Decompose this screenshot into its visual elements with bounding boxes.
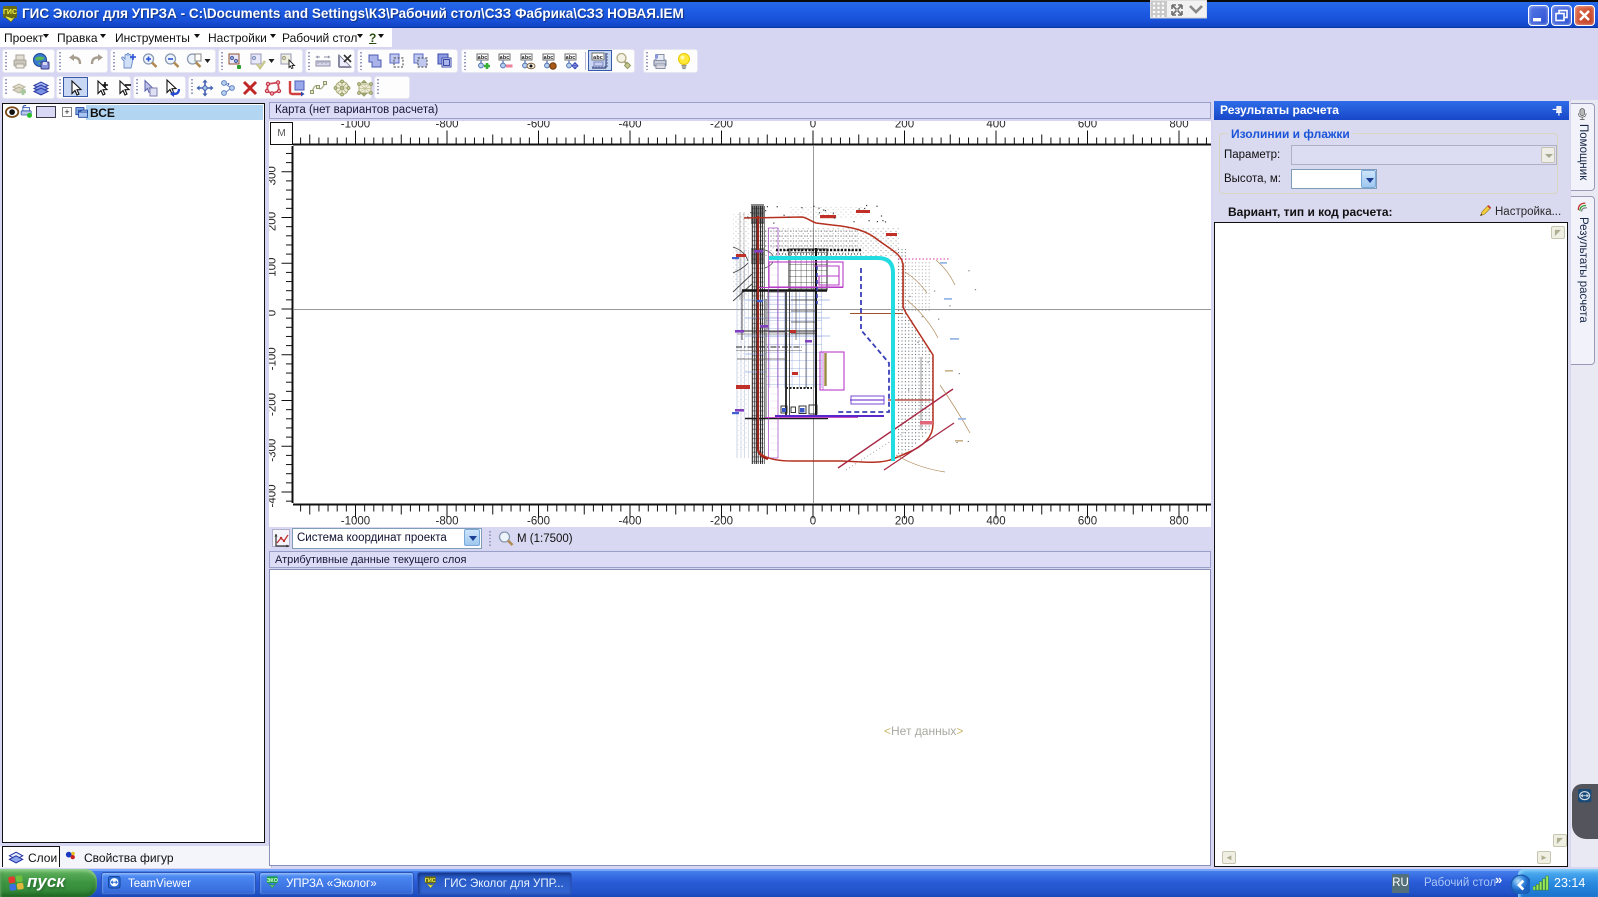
svg-text:-800: -800 — [435, 516, 458, 528]
svg-text:-300: -300 — [269, 439, 279, 462]
svg-text:-200: -200 — [710, 121, 733, 131]
svg-text:-400: -400 — [618, 516, 641, 528]
svg-text:600: 600 — [1078, 516, 1097, 528]
svg-text:400: 400 — [986, 121, 1005, 131]
svg-text:-400: -400 — [618, 121, 641, 131]
svg-text:-200: -200 — [710, 516, 733, 528]
svg-text:-1000: -1000 — [341, 516, 370, 528]
svg-text:400: 400 — [986, 516, 1005, 528]
svg-text:abc: abc — [500, 54, 510, 61]
svg-text:200: 200 — [269, 212, 279, 231]
svg-text:200: 200 — [895, 516, 914, 528]
svg-text:800: 800 — [1169, 516, 1188, 528]
svg-text:800: 800 — [1169, 121, 1188, 131]
svg-text:0: 0 — [810, 516, 816, 528]
svg-text:-800: -800 — [435, 121, 458, 131]
svg-text:ЭКО: ЭКО — [267, 878, 278, 884]
svg-text:-600: -600 — [527, 516, 550, 528]
svg-text:ГИС: ГИС — [425, 878, 436, 884]
svg-text:300: 300 — [269, 166, 279, 185]
svg-text:-100: -100 — [269, 347, 279, 370]
svg-text:0: 0 — [269, 310, 279, 316]
svg-text:600: 600 — [1078, 121, 1097, 131]
svg-text:0: 0 — [810, 121, 816, 131]
svg-text:abc: abc — [478, 54, 488, 61]
svg-text:abc: abc — [566, 54, 576, 61]
svg-text:-600: -600 — [527, 121, 550, 131]
svg-text:100: 100 — [269, 258, 279, 277]
svg-text:abc: abc — [522, 54, 532, 61]
svg-text:-1000: -1000 — [341, 121, 370, 131]
svg-text:200: 200 — [895, 121, 914, 131]
svg-text:abc: abc — [593, 54, 603, 61]
svg-text:-200: -200 — [269, 393, 279, 416]
svg-text:abc: abc — [544, 54, 554, 61]
svg-text:-400: -400 — [269, 484, 279, 507]
svg-text:ГИС: ГИС — [3, 9, 17, 16]
